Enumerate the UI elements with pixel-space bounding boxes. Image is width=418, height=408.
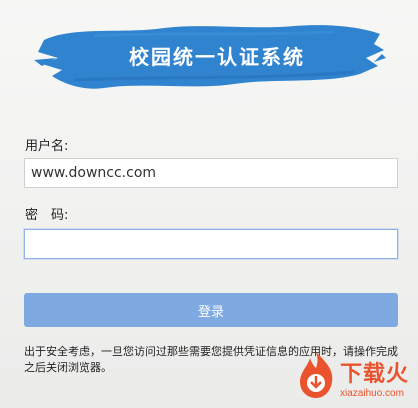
username-input[interactable]: www.downcc.com <box>24 158 398 188</box>
username-label: 用户名: <box>25 139 69 154</box>
password-input[interactable] <box>24 229 398 259</box>
system-title: 校园统一认证系统 <box>129 44 305 69</box>
password-label: 密 码: <box>25 208 69 223</box>
brush-banner: 校园统一认证系统 <box>34 14 386 96</box>
watermark-text: 下载火 <box>340 362 410 387</box>
watermark-url: xiazaihuo.com <box>340 388 404 399</box>
watermark-logo: 下载火 xiazaihuo.com <box>296 350 418 408</box>
login-button[interactable]: 登录 <box>24 293 398 327</box>
flame-icon <box>300 352 333 398</box>
